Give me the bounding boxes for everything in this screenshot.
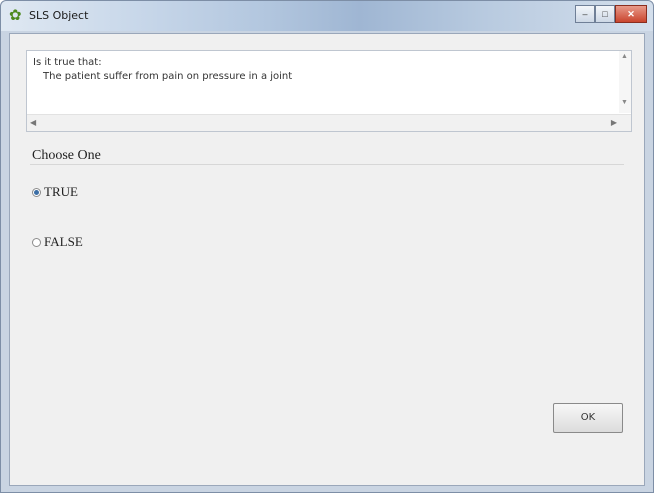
question-statement: The patient suffer from pain on pressure… [43, 71, 293, 82]
maximize-button[interactable]: □ [595, 5, 615, 23]
option-true-label[interactable]: TRUE [44, 184, 78, 200]
horizontal-scrollbar[interactable]: ◀ ▶ [27, 114, 631, 131]
radio-true[interactable] [32, 187, 41, 197]
option-false-label[interactable]: FALSE [44, 234, 83, 250]
scroll-right-icon[interactable]: ▶ [611, 118, 617, 127]
ok-button[interactable]: OK [553, 403, 623, 433]
option-false[interactable]: FALSE [32, 234, 83, 250]
leaf-app-icon: ✿ [9, 7, 22, 24]
window-controls: – □ ✕ [575, 5, 647, 23]
scroll-down-icon[interactable]: ▼ [621, 99, 628, 106]
title-bar[interactable]: ✿ SLS Object – □ ✕ [1, 1, 653, 31]
scroll-left-icon[interactable]: ◀ [30, 118, 36, 127]
radio-false[interactable] [32, 237, 41, 247]
scroll-up-icon[interactable]: ▲ [621, 53, 628, 60]
group-divider [30, 164, 624, 165]
question-textbox[interactable]: Is it true that: The patient suffer from… [26, 50, 632, 132]
choice-group-label: Choose One [32, 148, 101, 163]
option-true[interactable]: TRUE [32, 184, 78, 200]
vertical-scrollbar[interactable]: ▲ ▼ [619, 51, 631, 113]
dialog-window: ✿ SLS Object – □ ✕ Is it true that: The … [0, 0, 654, 493]
minimize-button[interactable]: – [575, 5, 595, 23]
dialog-body: Is it true that: The patient suffer from… [9, 33, 645, 486]
close-button[interactable]: ✕ [615, 5, 647, 23]
window-title: SLS Object [29, 9, 89, 22]
question-prompt: Is it true that: [33, 57, 102, 68]
